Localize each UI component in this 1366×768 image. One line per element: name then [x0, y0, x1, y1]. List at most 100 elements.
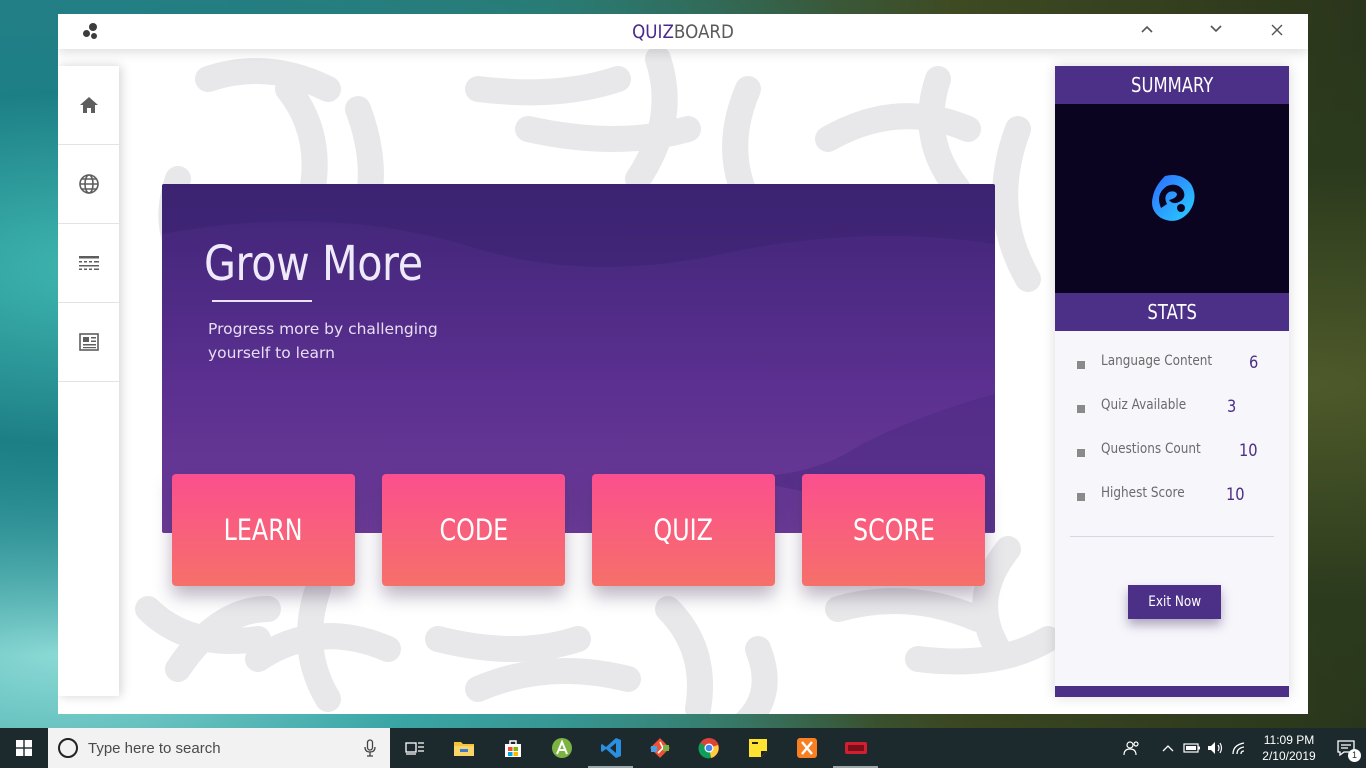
title-bar: QUIZBOARD: [58, 14, 1308, 49]
quizboard-app-icon: [844, 742, 867, 754]
task-view-icon: [404, 742, 424, 755]
git-icon: [649, 738, 670, 758]
xampp-button[interactable]: [782, 728, 831, 768]
hero-title: Grow More: [204, 236, 423, 292]
wifi-icon: [1232, 742, 1245, 755]
stats-list: Language Content 6 Quiz Available 3 Ques…: [1055, 331, 1289, 529]
stat-label: Questions Count: [1101, 441, 1201, 457]
code-tile-button[interactable]: CODE: [382, 474, 565, 586]
stat-bullet: [1077, 405, 1085, 413]
stat-label: Highest Score: [1101, 485, 1185, 501]
tray-spacer: [1144, 728, 1156, 768]
taskbar-search-box[interactable]: Type here to search: [48, 728, 390, 768]
chevron-down-icon: [1210, 25, 1222, 33]
panel-footer-bar: [1055, 686, 1289, 697]
wifi-button[interactable]: [1228, 728, 1252, 768]
clock-date: 2/10/2019: [1262, 749, 1316, 763]
code-tile-label: CODE: [439, 513, 508, 547]
hero-subtitle: Progress more by challenging yourself to…: [208, 320, 438, 362]
system-tray: 11:09 PM 2/10/2019 1: [1120, 728, 1366, 768]
battery-button[interactable]: [1180, 728, 1204, 768]
stats-header: STATS: [1055, 293, 1289, 331]
exit-now-label: Exit Now: [1148, 594, 1201, 610]
sidebar-item-list[interactable]: [58, 224, 119, 303]
sidebar-item-news[interactable]: [58, 303, 119, 382]
stat-label: Language Content: [1101, 353, 1213, 369]
android-studio-button[interactable]: [537, 728, 586, 768]
sidebar: [58, 66, 119, 696]
git-button[interactable]: [635, 728, 684, 768]
app-title: QUIZBOARD: [133, 21, 1233, 43]
summary-title: SUMMARY: [1130, 73, 1214, 97]
chevron-up-icon: [1162, 745, 1174, 752]
microphone-icon[interactable]: [364, 739, 376, 757]
stats-title: STATS: [1147, 300, 1197, 324]
score-tile-button[interactable]: SCORE: [802, 474, 985, 586]
android-studio-icon: [551, 738, 572, 758]
stat-value: 10: [1226, 485, 1245, 505]
close-button[interactable]: [1265, 20, 1289, 44]
summary-panel: SUMMARY STATS Language Content 6 Quiz Av…: [1055, 66, 1289, 697]
windows-taskbar: Type here to search 11:09 PM 2/10/2019 1: [0, 728, 1366, 768]
summary-header: SUMMARY: [1055, 66, 1289, 104]
volume-button[interactable]: [1204, 728, 1228, 768]
summary-image: [1055, 104, 1289, 293]
chevron-up-icon: [1141, 25, 1153, 33]
chrome-icon: [697, 738, 719, 759]
panel-divider: [1070, 536, 1274, 537]
sidebar-item-home[interactable]: [58, 66, 119, 145]
store-icon: [504, 740, 521, 757]
hero-underline: [212, 300, 312, 302]
newspaper-icon: [78, 333, 99, 351]
learn-tile-label: LEARN: [224, 513, 303, 547]
sticky-notes-button[interactable]: [733, 728, 782, 768]
brand-logo-icon: [1152, 174, 1195, 221]
stat-row-questions-count: Questions Count 10: [1075, 441, 1273, 485]
chevron-up-button[interactable]: [1135, 20, 1159, 44]
show-hidden-icons-button[interactable]: [1156, 728, 1180, 768]
people-button[interactable]: [1120, 728, 1144, 768]
stat-bullet: [1077, 493, 1085, 501]
stat-bullet: [1077, 361, 1085, 369]
vscode-button[interactable]: [586, 728, 635, 768]
app-window: QUIZBOARD Grow More Progress more by cha…: [58, 14, 1308, 714]
sidebar-item-globe[interactable]: [58, 145, 119, 224]
stat-row-highest-score: Highest Score 10: [1075, 485, 1273, 529]
stat-bullet: [1077, 449, 1085, 457]
xampp-icon: [796, 738, 817, 758]
file-explorer-icon: [453, 742, 474, 756]
app-title-part2: BOARD: [673, 21, 734, 43]
exit-now-button[interactable]: Exit Now: [1128, 585, 1221, 619]
volume-icon: [1208, 742, 1223, 754]
sticky-notes-icon: [748, 739, 767, 757]
task-view-button[interactable]: [390, 728, 439, 768]
quizboard-app-button[interactable]: [831, 728, 880, 768]
cortana-circle-icon: [58, 738, 78, 758]
stat-label: Quiz Available: [1101, 397, 1187, 413]
home-icon: [79, 97, 98, 113]
globe-icon: [78, 174, 99, 194]
start-button[interactable]: [0, 728, 48, 768]
quiz-tile-button[interactable]: QUIZ: [592, 474, 775, 586]
stat-value: 3: [1227, 397, 1237, 417]
stat-value: 10: [1239, 441, 1258, 461]
notification-badge: 1: [1348, 749, 1361, 762]
learn-tile-button[interactable]: LEARN: [172, 474, 355, 586]
battery-icon: [1183, 743, 1200, 753]
stat-value: 6: [1249, 353, 1259, 373]
action-center-button[interactable]: 1: [1326, 728, 1366, 768]
taskbar-clock[interactable]: 11:09 PM 2/10/2019: [1252, 732, 1326, 764]
list-icon: [78, 256, 99, 270]
people-icon: [1123, 741, 1139, 756]
store-button[interactable]: [488, 728, 537, 768]
search-placeholder: Type here to search: [88, 739, 221, 757]
file-explorer-button[interactable]: [439, 728, 488, 768]
close-icon: [1271, 24, 1283, 36]
chevron-down-button[interactable]: [1204, 20, 1228, 44]
windows-logo-icon: [16, 740, 32, 756]
chrome-button[interactable]: [684, 728, 733, 768]
quiz-tile-label: QUIZ: [653, 513, 714, 547]
app-title-part1: QUIZ: [632, 21, 674, 43]
app-logo-icon: [80, 23, 100, 41]
vscode-icon: [600, 738, 621, 758]
